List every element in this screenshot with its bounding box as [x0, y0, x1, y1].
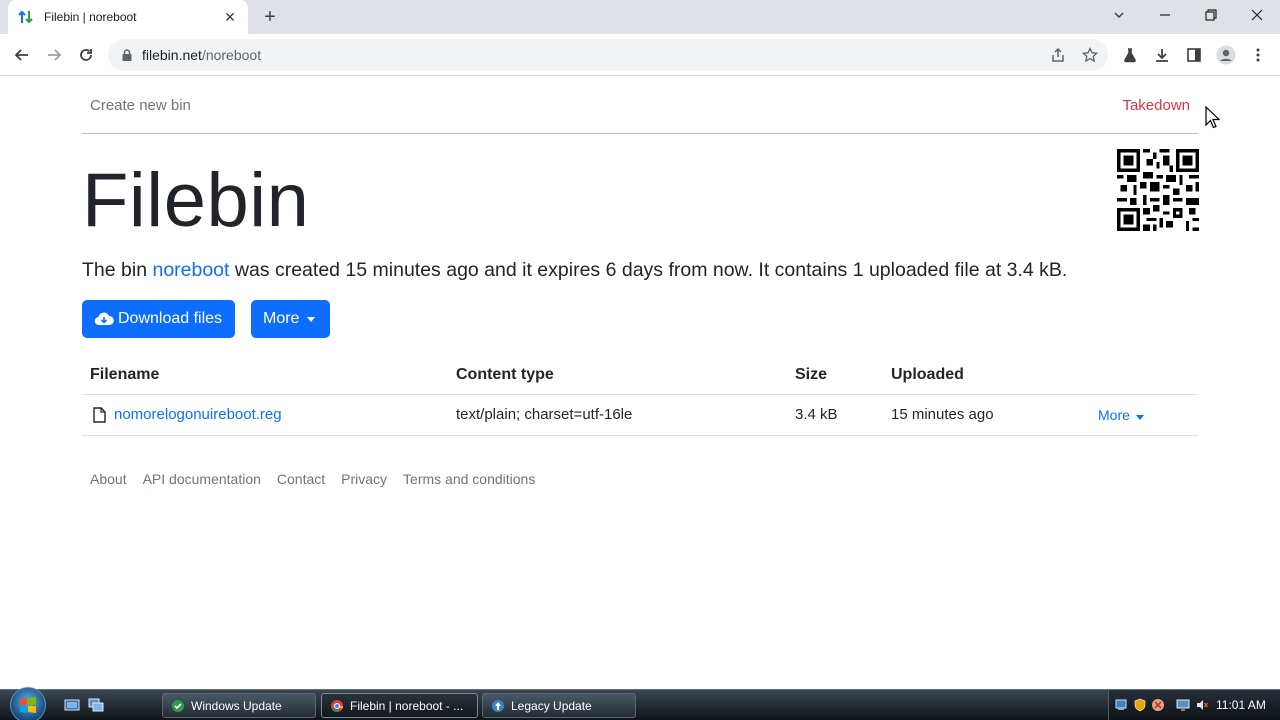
windows-logo-icon [20, 697, 36, 713]
taskbar-clock: 11:01 AM [1216, 698, 1266, 712]
kebab-menu-icon[interactable] [1244, 41, 1272, 69]
taskbar: Windows Update Filebin | noreboot - ... … [0, 687, 1280, 720]
network-tray-icon[interactable] [1114, 698, 1128, 712]
taskbar-item-label: Windows Update [191, 698, 282, 713]
legacy-update-icon [492, 699, 504, 712]
chrome-icon [331, 699, 343, 712]
taskbar-item-label: Filebin | noreboot - ... [350, 698, 464, 713]
side-panel-icon[interactable] [1180, 41, 1208, 69]
footer-privacy-link[interactable]: Privacy [341, 471, 387, 487]
display-tray-icon[interactable] [1176, 698, 1190, 712]
summary-suffix: was created 15 minutes ago and it expire… [229, 259, 1068, 281]
row-more-label: More [1098, 407, 1130, 423]
close-window-icon[interactable] [1234, 0, 1280, 30]
back-arrow-icon[interactable] [8, 41, 36, 69]
page-content: Create new bin Takedown Filebin The bin … [0, 77, 1280, 689]
footer-contact-link[interactable]: Contact [277, 471, 325, 487]
forward-arrow-icon[interactable] [40, 41, 68, 69]
table-row: nomorelogonuireboot.reg text/plain; char… [82, 395, 1198, 436]
file-size: 3.4 kB [795, 406, 838, 423]
windows-update-icon [172, 699, 184, 712]
bookmark-star-icon[interactable] [1076, 41, 1104, 69]
labs-flask-icon[interactable] [1116, 41, 1144, 69]
file-icon [92, 407, 106, 427]
url-text: filebin.net/noreboot [142, 47, 261, 63]
file-content-type: text/plain; charset=utf-16le [456, 406, 633, 423]
address-bar[interactable]: filebin.net/noreboot [108, 39, 1108, 71]
taskbar-item-label: Legacy Update [511, 698, 592, 713]
profile-avatar-icon[interactable] [1212, 41, 1240, 69]
lock-icon[interactable] [120, 48, 134, 62]
download-files-button[interactable]: Download files [82, 300, 235, 338]
minimize-icon[interactable] [1142, 0, 1188, 30]
url-path: /noreboot [201, 47, 262, 63]
taskbar-legacy-update[interactable]: Legacy Update [482, 693, 636, 718]
filebin-arrows-icon [18, 9, 34, 25]
reload-icon[interactable] [72, 41, 100, 69]
security-shield-tray-icon[interactable] [1133, 698, 1147, 712]
footer-links: About API documentation Contact Privacy … [82, 471, 543, 487]
downloads-icon[interactable] [1148, 41, 1176, 69]
footer-terms-link[interactable]: Terms and conditions [403, 471, 535, 487]
row-more-dropdown[interactable]: More [1098, 407, 1144, 423]
more-label: More [263, 310, 300, 327]
column-size: Size [795, 366, 828, 383]
more-dropdown-button[interactable]: More [251, 300, 330, 338]
alert-tray-icon[interactable] [1151, 698, 1165, 712]
bin-name-link[interactable]: noreboot [152, 259, 229, 281]
tab-strip: Filebin | noreboot ✕ + [0, 0, 1280, 34]
files-table: Filename Content type Size Uploaded nomo… [82, 359, 1198, 436]
cloud-download-icon [94, 312, 114, 326]
taskbar-windows-update[interactable]: Windows Update [162, 693, 316, 718]
file-uploaded: 15 minutes ago [891, 406, 994, 423]
url-host: filebin.net [142, 47, 202, 63]
download-files-label: Download files [118, 310, 223, 327]
caret-down-icon [1135, 415, 1144, 420]
mouse-cursor-icon [1205, 106, 1221, 129]
file-name-link[interactable]: nomorelogonuireboot.reg [114, 406, 282, 423]
qr-code [1117, 149, 1199, 231]
bin-summary: The bin noreboot was created 15 minutes … [82, 259, 1067, 282]
caret-down-icon [307, 316, 316, 322]
top-nav: Create new bin Takedown [82, 77, 1198, 134]
column-filename: Filename [90, 366, 160, 383]
browser-tab[interactable]: Filebin | noreboot ✕ [8, 0, 248, 34]
switch-windows-icon[interactable] [88, 697, 104, 713]
tab-title: Filebin | noreboot [44, 10, 137, 24]
taskbar-filebin[interactable]: Filebin | noreboot - ... [321, 693, 478, 718]
show-desktop-icon[interactable] [64, 697, 80, 713]
start-button[interactable] [10, 687, 46, 720]
footer-about-link[interactable]: About [90, 471, 127, 487]
column-content-type: Content type [456, 366, 554, 383]
tab-search-icon[interactable] [1096, 0, 1142, 30]
share-icon[interactable] [1044, 41, 1072, 69]
column-uploaded: Uploaded [891, 366, 964, 383]
footer-api-link[interactable]: API documentation [143, 471, 261, 487]
restore-icon[interactable] [1188, 0, 1234, 30]
summary-prefix: The bin [82, 259, 153, 281]
create-new-bin-link[interactable]: Create new bin [90, 97, 191, 114]
volume-muted-tray-icon[interactable] [1195, 698, 1209, 712]
browser-toolbar: filebin.net/noreboot [0, 34, 1280, 76]
takedown-link[interactable]: Takedown [1122, 97, 1190, 114]
table-header: Filename Content type Size Uploaded [82, 359, 1198, 395]
page-title: Filebin [82, 158, 310, 243]
tab-close-icon[interactable]: ✕ [222, 9, 238, 25]
new-tab-button[interactable]: + [258, 6, 282, 28]
